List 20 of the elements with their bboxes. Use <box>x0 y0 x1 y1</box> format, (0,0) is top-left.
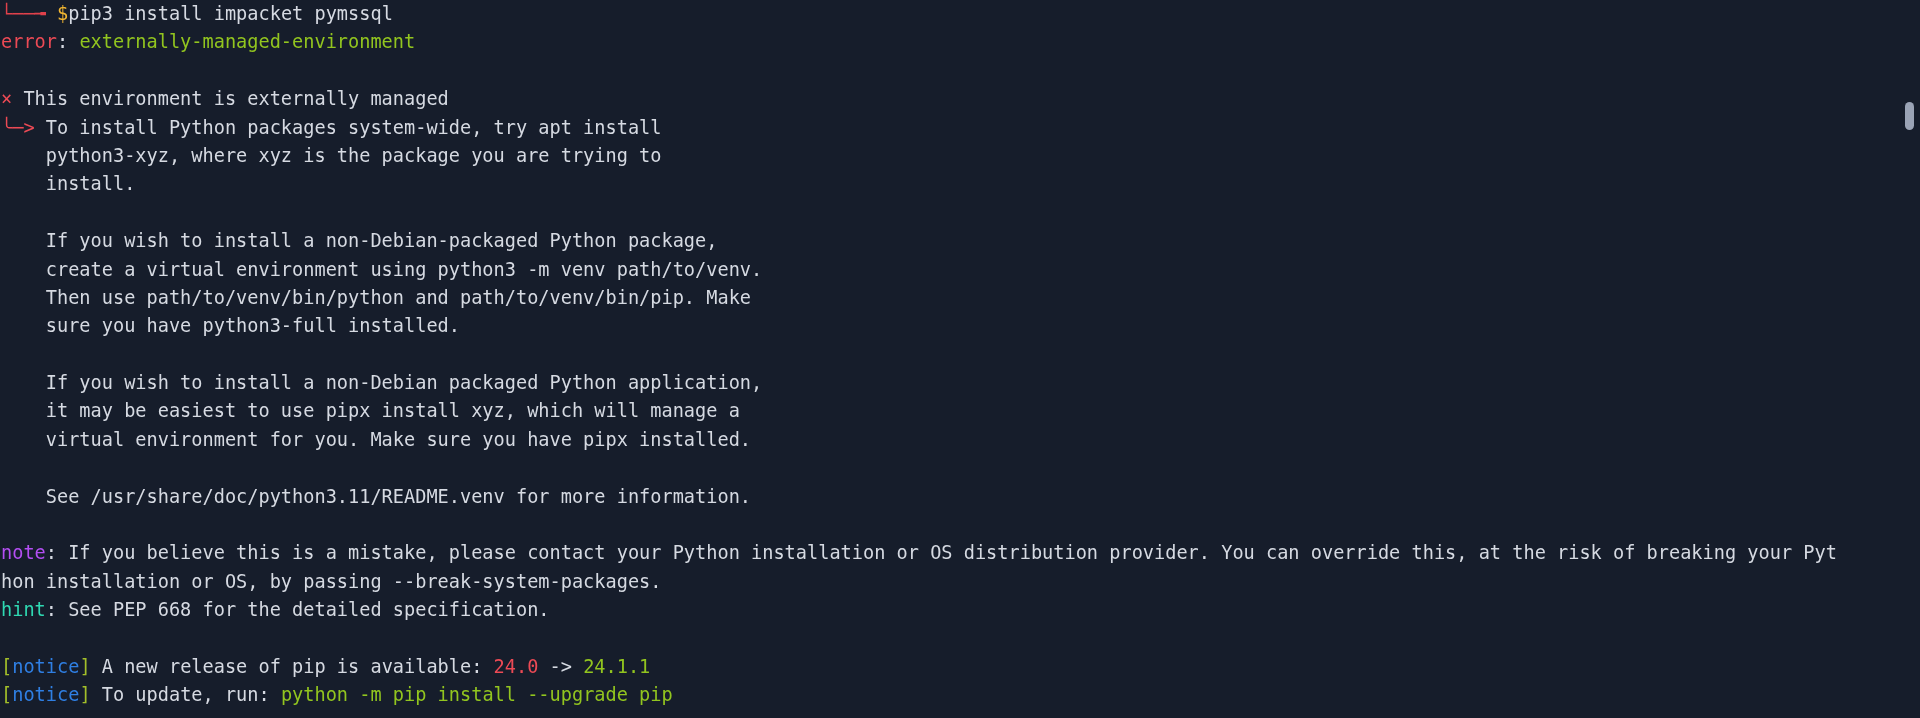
terminal-line: error: externally-managed-environment <box>1 30 417 55</box>
scrollbar-thumb[interactable] <box>1905 102 1914 130</box>
terminal-line: See /usr/share/doc/python3.11/README.venv for more information. <box>44 484 753 509</box>
terminal-line: [notice] To update, run: python -m pip install --upgrade pip <box>1 683 674 708</box>
terminal-line: Then use path/to/venv/bin/python and path/to/venv/bin/pip. Make <box>44 285 753 310</box>
terminal-line: × This environment is externally managed <box>1 87 450 112</box>
terminal-line: If you wish to install a non-Debian packaged Python application, <box>44 371 764 396</box>
terminal-line: hint: See PEP 668 for the detailed specification. <box>1 598 551 623</box>
terminal-line: sure you have python3-full installed. <box>44 314 461 339</box>
terminal-line: it may be easiest to use pipx install xyz, which will manage a <box>44 399 741 424</box>
terminal-line: create a virtual environment using python3 -m venv path/to/venv. <box>44 257 764 282</box>
terminal-line: [notice] A new release of pip is available: 24.0 -> 24.1.1 <box>1 655 652 679</box>
terminal-line: install. <box>44 172 137 197</box>
terminal-line: If you wish to install a non-Debian-packaged Python package, <box>44 229 719 254</box>
terminal-line: hon installation or OS, by passing --break-system-packages. <box>1 569 663 594</box>
terminal-line: virtual environment for you. Make sure you have pipx installed. <box>44 427 753 452</box>
terminal-line: python3-xyz, where xyz is the package you are trying to <box>44 143 663 168</box>
terminal-line: note: If you believe this is a mistake, please contact your Python installation or OS distribution provider. You can override this, at the risk of breaking your Pyt <box>1 541 1838 566</box>
terminal-line: └──╼ $pip3 install impacket pymssql <box>1 1 394 26</box>
terminal-line: ╰─> To install Python packages system-wide, try apt install <box>1 115 663 140</box>
